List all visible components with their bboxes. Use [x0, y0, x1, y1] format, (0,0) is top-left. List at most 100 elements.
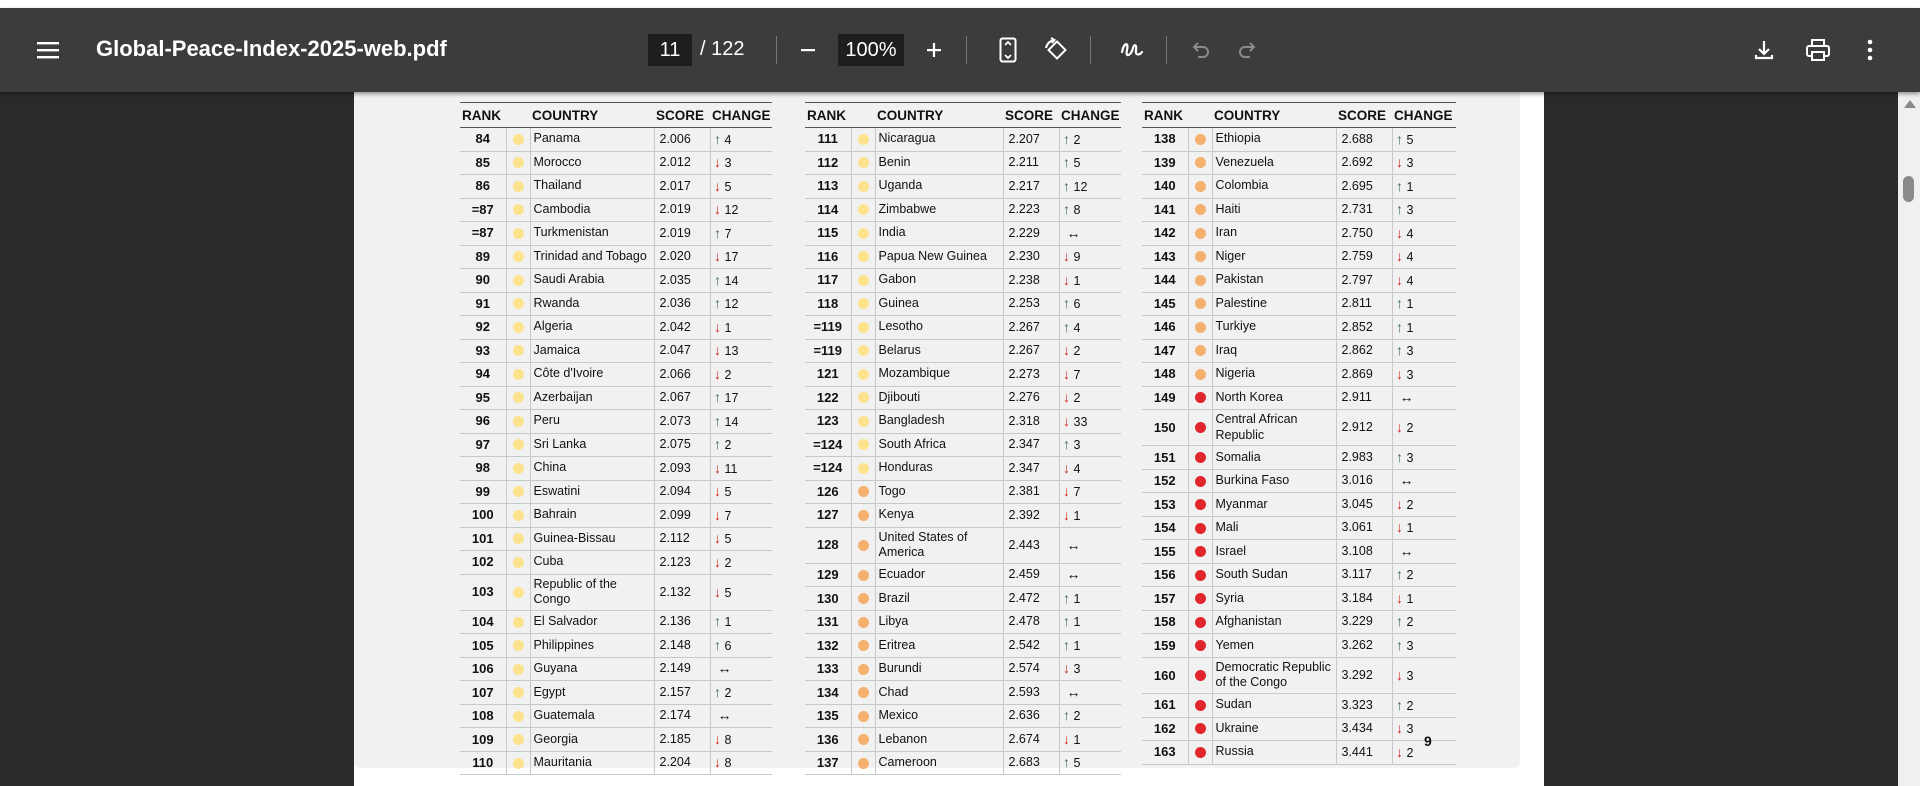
rank-cell: 154 — [1142, 516, 1188, 541]
rank-cell: 99 — [460, 480, 506, 504]
country-cell: Somalia — [1211, 445, 1336, 470]
peace-level-dot — [1194, 522, 1206, 534]
annotate-button[interactable] — [1114, 32, 1150, 68]
change-cell: ↑ 3 — [1391, 633, 1456, 658]
change-cell: ↑ 14 — [709, 409, 772, 434]
print-button[interactable] — [1800, 32, 1836, 68]
table-row: 138 Ethiopia 2.688 ↑ 5 — [1142, 127, 1456, 152]
change-value: 3 — [724, 156, 732, 171]
score-header: SCORE — [654, 102, 710, 128]
change-cell: ↓ 2 — [1058, 339, 1121, 363]
rank-cell: 94 — [460, 362, 506, 387]
table-row: =87 Turkmenistan 2.019 ↑ 7 — [460, 221, 772, 246]
plus-icon[interactable] — [925, 41, 943, 59]
score-cell: 3.108 — [1335, 539, 1392, 564]
table-row: 134 Chad 2.593 ↔ — [805, 680, 1121, 705]
peace-level-dot — [857, 569, 869, 581]
country-cell: Libya — [874, 610, 1003, 635]
arrow-down-icon: ↓ — [714, 459, 721, 476]
minus-icon[interactable] — [799, 41, 817, 59]
status-dot-cell — [1187, 657, 1212, 695]
fit-to-page-button[interactable] — [990, 32, 1026, 68]
country-cell: Philippines — [529, 633, 654, 658]
zoom-out-button[interactable] — [790, 32, 826, 68]
score-cell: 2.099 — [653, 503, 710, 528]
print-icon[interactable] — [1805, 38, 1831, 62]
change-cell: ↓ 17 — [709, 245, 772, 269]
score-cell: 2.593 — [1002, 680, 1059, 705]
rank-cell: 158 — [1142, 610, 1188, 635]
fit-page-icon[interactable] — [998, 37, 1018, 63]
zoom-level-input[interactable]: 100% — [838, 34, 904, 66]
menu-button[interactable] — [28, 30, 68, 70]
table-row: 95 Azerbaijan 2.067 ↑ 17 — [460, 386, 772, 410]
table-row: 148 Nigeria 2.869 ↓ 3 — [1142, 362, 1456, 387]
status-dot-cell — [505, 245, 530, 269]
status-dot-cell — [850, 292, 875, 316]
arrow-down-icon: ↓ — [1063, 506, 1070, 523]
score-cell: 2.797 — [1335, 268, 1392, 293]
rank-cell: =119 — [805, 315, 851, 340]
redo-icon[interactable] — [1237, 40, 1259, 60]
score-cell: 2.750 — [1335, 221, 1392, 246]
score-cell: 2.267 — [1002, 339, 1059, 363]
table-row: 99 Eswatini 2.094 ↓ 5 — [460, 480, 772, 504]
arrow-down-icon: ↓ — [714, 730, 721, 747]
rank-cell: 101 — [460, 527, 506, 551]
undo-icon[interactable] — [1189, 40, 1211, 60]
menu-icon[interactable] — [36, 40, 60, 60]
score-cell: 2.695 — [1335, 174, 1392, 199]
score-cell: 2.223 — [1002, 198, 1059, 222]
rank-cell: 85 — [460, 151, 506, 175]
change-value: 9 — [1073, 250, 1081, 265]
scrollbar-thumb[interactable] — [1903, 176, 1914, 202]
peace-level-dot — [857, 640, 869, 652]
country-cell: Nigeria — [1211, 362, 1336, 387]
score-cell: 2.811 — [1335, 292, 1392, 316]
arrow-up-icon: ↑ — [1063, 201, 1070, 218]
table-row: 153 Myanmar 3.045 ↓ 2 — [1142, 492, 1456, 517]
peace-level-dot — [512, 274, 524, 286]
scroll-up-arrow-icon[interactable] — [1904, 100, 1916, 108]
zoom-in-button[interactable] — [916, 32, 952, 68]
rank-cell: 162 — [1142, 717, 1188, 741]
more-options-icon[interactable] — [1866, 39, 1874, 61]
arrow-down-icon: ↓ — [1396, 224, 1403, 241]
rank-cell: 147 — [1142, 339, 1188, 363]
download-icon[interactable] — [1753, 39, 1775, 61]
change-value: 5 — [724, 532, 732, 547]
rank-cell: 123 — [805, 409, 851, 434]
rotate-button[interactable] — [1038, 32, 1074, 68]
redo-button[interactable] — [1230, 32, 1266, 68]
score-cell: 2.012 — [653, 151, 710, 175]
score-cell: 2.276 — [1002, 386, 1059, 410]
score-cell: 2.047 — [653, 339, 710, 363]
change-cell: ↔ — [1391, 539, 1456, 564]
score-cell: 2.347 — [1002, 433, 1059, 457]
country-cell: Iraq — [1211, 339, 1336, 363]
table-row: 154 Mali 3.061 ↓ 1 — [1142, 516, 1456, 541]
country-cell: Ukraine — [1211, 717, 1336, 741]
change-value: 2 — [1406, 497, 1414, 512]
page-number-input[interactable]: 11 — [648, 34, 692, 66]
peace-level-dot — [512, 133, 524, 145]
arrow-up-icon: ↑ — [1063, 436, 1070, 453]
table-row: 161 Sudan 3.323 ↑ 2 — [1142, 693, 1456, 718]
rank-cell: 149 — [1142, 386, 1188, 410]
change-cell: ↓ 2 — [1391, 492, 1456, 517]
rotate-icon[interactable] — [1042, 36, 1070, 64]
table-row: 130 Brazil 2.472 ↑ 1 — [805, 586, 1121, 611]
change-cell: ↑ 4 — [709, 127, 772, 152]
status-dot-cell — [850, 174, 875, 199]
download-button[interactable] — [1746, 32, 1782, 68]
peace-level-dot — [857, 321, 869, 333]
undo-button[interactable] — [1182, 32, 1218, 68]
change-value: 5 — [724, 179, 732, 194]
change-value: 17 — [724, 391, 739, 406]
annotate-icon[interactable] — [1119, 38, 1145, 62]
peace-level-dot — [512, 251, 524, 263]
rank-cell: 86 — [460, 174, 506, 199]
change-cell: ↓ 3 — [1391, 362, 1456, 387]
more-options-button[interactable] — [1852, 32, 1888, 68]
change-value: 6 — [1073, 297, 1081, 312]
